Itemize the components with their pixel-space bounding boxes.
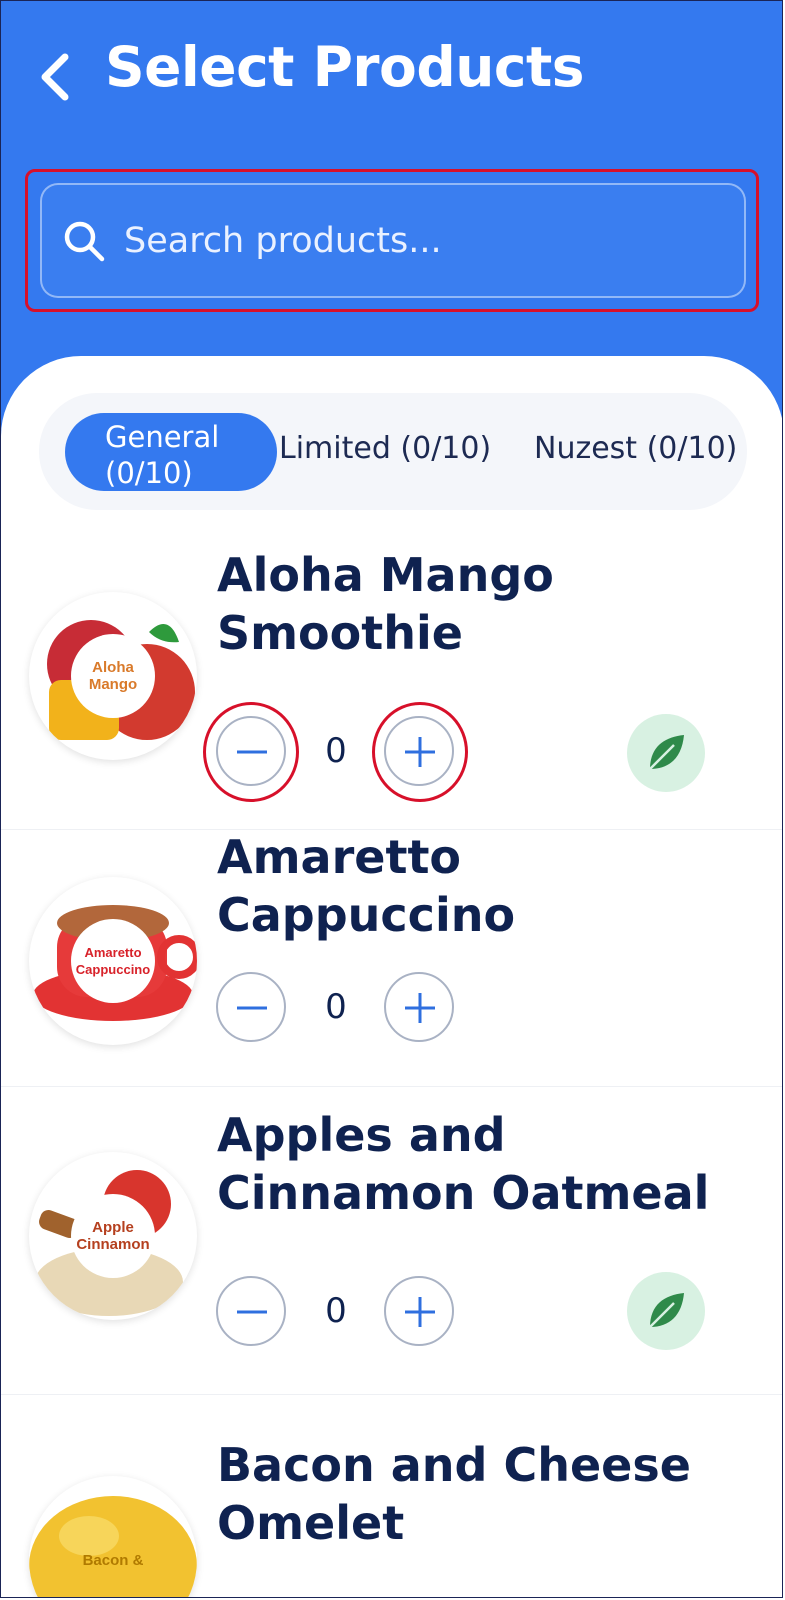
leaf-icon: [649, 735, 684, 770]
vegan-badge: [627, 1272, 705, 1350]
minus-icon: [237, 1310, 267, 1314]
product-row: Bacon & Bacon and Cheese Omelet: [1, 1394, 782, 1597]
category-tabs: General (0/10) Limited (0/10) Nuzest (0/…: [39, 393, 747, 510]
quantity-value: 0: [325, 1291, 347, 1331]
plus-icon: [405, 993, 435, 1023]
tab-limited[interactable]: Limited (0/10): [279, 431, 491, 466]
minus-icon: [237, 1006, 267, 1010]
product-name: Bacon and Cheese Omelet: [217, 1438, 691, 1550]
increase-highlight: [372, 702, 468, 802]
decrease-highlight: [203, 702, 299, 802]
product-row: Apple Cinnamon Apples and Cinnamon Oatme…: [1, 1086, 782, 1395]
vegan-badge: [627, 714, 705, 792]
product-list-panel: General (0/10) Limited (0/10) Nuzest (0/…: [1, 356, 782, 1597]
product-image-label: Apple Cinnamon: [71, 1194, 155, 1278]
plus-icon: [405, 1297, 435, 1327]
product-image-label: Amaretto Cappuccino: [71, 919, 155, 1003]
product-image: Apple Cinnamon: [29, 1152, 197, 1320]
increase-button[interactable]: [384, 972, 454, 1042]
product-name: Apples and Cinnamon Oatmeal: [217, 1108, 710, 1220]
product-name: Aloha Mango Smoothie: [217, 548, 554, 660]
quantity-value: 0: [325, 731, 347, 771]
tab-general[interactable]: General (0/10): [65, 413, 277, 491]
app-screen: Select Products General (0/10) Limited (…: [0, 0, 783, 1598]
decrease-button[interactable]: [216, 1276, 286, 1346]
product-image-label: Aloha Mango: [71, 634, 155, 718]
product-image: Amaretto Cappuccino: [29, 877, 197, 1045]
product-image-label: Bacon &: [82, 1551, 144, 1569]
decrease-button[interactable]: [216, 972, 286, 1042]
product-image: Aloha Mango: [29, 592, 197, 760]
product-image: Bacon &: [29, 1476, 197, 1597]
page-title: Select Products: [105, 35, 585, 99]
product-row: Aloha Mango Aloha Mango Smoothie 0: [1, 546, 782, 830]
product-row: Amaretto Cappuccino Amaretto Cappuccino …: [1, 829, 782, 1087]
leaf-icon: [649, 1293, 684, 1328]
tab-nuzest[interactable]: Nuzest (0/10): [534, 431, 737, 466]
product-name: Amaretto Cappuccino: [217, 830, 516, 942]
increase-button[interactable]: [384, 1276, 454, 1346]
quantity-value: 0: [325, 987, 347, 1027]
search-highlight-box: [25, 169, 759, 312]
chevron-left-icon[interactable]: [33, 49, 81, 105]
